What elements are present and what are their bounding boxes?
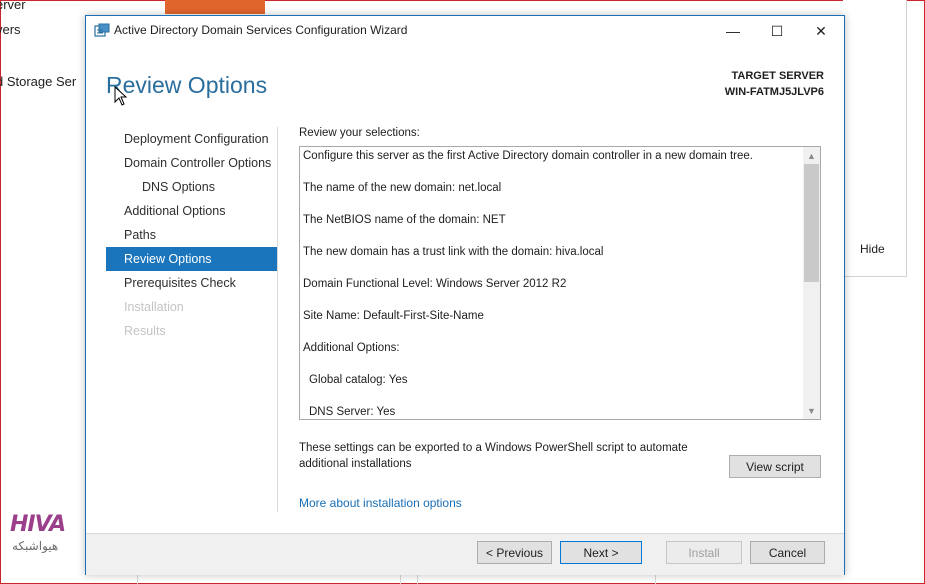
review-textbox[interactable]: Configure this server as the first Activ… bbox=[299, 146, 821, 420]
scroll-up-icon[interactable]: ▲ bbox=[803, 147, 820, 164]
background-item-storage: d Storage Ser bbox=[0, 74, 77, 89]
nav-item-additional-options[interactable]: Additional Options bbox=[106, 199, 277, 223]
nav-item-paths[interactable]: Paths bbox=[106, 223, 277, 247]
export-description-line: These settings can be exported to a Wind… bbox=[299, 442, 688, 454]
review-label: Review your selections: bbox=[299, 127, 420, 139]
vertical-scrollbar[interactable]: ▲ ▼ bbox=[803, 147, 820, 419]
window-title: Active Directory Domain Services Configu… bbox=[114, 23, 408, 37]
background-item-servers: vers bbox=[0, 22, 21, 37]
background-divider bbox=[655, 574, 656, 584]
background-hide-link[interactable]: Hide bbox=[860, 242, 885, 256]
title-bar[interactable]: Active Directory Domain Services Configu… bbox=[86, 16, 844, 46]
nav-item-installation: Installation bbox=[124, 300, 184, 314]
nav-item-results: Results bbox=[124, 324, 166, 338]
server-manager-icon bbox=[94, 23, 110, 37]
target-server-name: WIN-FATMJ5JLVP6 bbox=[724, 86, 824, 98]
page-title: Review Options bbox=[106, 72, 268, 98]
view-script-button[interactable]: View script bbox=[729, 455, 821, 478]
scroll-down-icon[interactable]: ▼ bbox=[803, 402, 820, 419]
next-button[interactable]: Next > bbox=[560, 541, 642, 564]
nav-divider bbox=[277, 127, 278, 512]
review-line: The new domain has a trust link with the… bbox=[303, 246, 604, 258]
close-icon[interactable]: ✕ bbox=[798, 16, 844, 46]
cancel-button[interactable]: Cancel bbox=[750, 541, 825, 564]
review-line: The name of the new domain: net.local bbox=[303, 182, 502, 194]
review-line: Additional Options: bbox=[303, 342, 400, 354]
background-divider bbox=[137, 574, 138, 584]
nav-item-review-options[interactable]: Review Options bbox=[106, 247, 277, 271]
scroll-thumb[interactable] bbox=[804, 164, 819, 282]
minimize-icon[interactable]: — bbox=[710, 16, 756, 46]
wizard-nav: Deployment Configuration Domain Controll… bbox=[106, 127, 277, 343]
brand-logo-bottom: هیواشبکه bbox=[12, 539, 59, 553]
nav-item-prerequisites-check[interactable]: Prerequisites Check bbox=[106, 271, 277, 295]
nav-item-domain-controller-options[interactable]: Domain Controller Options bbox=[106, 151, 277, 175]
background-panel bbox=[843, 0, 907, 277]
review-line: Site Name: Default-First-Site-Name bbox=[303, 310, 484, 322]
maximize-icon[interactable]: ☐ bbox=[754, 16, 800, 46]
review-line: Configure this server as the first Activ… bbox=[303, 150, 753, 162]
review-line: Domain Functional Level: Windows Server … bbox=[303, 278, 567, 290]
review-lines: Configure this server as the first Activ… bbox=[303, 147, 803, 419]
brand-logo-top: HIVA bbox=[10, 512, 66, 537]
install-button: Install bbox=[666, 541, 742, 564]
background-divider bbox=[400, 574, 401, 584]
review-line: Global catalog: Yes bbox=[309, 374, 408, 386]
wizard-footer: < Previous Next > Install Cancel bbox=[86, 534, 844, 575]
brand-logo: HIVA هیواشبکه bbox=[10, 512, 82, 570]
export-description-line: additional installations bbox=[299, 458, 412, 470]
mouse-cursor-icon bbox=[114, 86, 128, 106]
background-orange-tab bbox=[165, 0, 265, 14]
nav-item-dns-options[interactable]: DNS Options bbox=[106, 175, 277, 199]
wizard-window: Active Directory Domain Services Configu… bbox=[85, 15, 845, 575]
review-line: The NetBIOS name of the domain: NET bbox=[303, 214, 506, 226]
previous-button[interactable]: < Previous bbox=[477, 541, 552, 564]
background-item-server: erver bbox=[0, 0, 26, 12]
more-installation-options-link[interactable]: More about installation options bbox=[299, 496, 462, 510]
nav-item-deployment-configuration[interactable]: Deployment Configuration bbox=[106, 127, 277, 151]
background-divider bbox=[417, 574, 418, 584]
target-server-label: TARGET SERVER bbox=[731, 70, 825, 82]
review-line: DNS Server: Yes bbox=[309, 406, 396, 418]
export-description: These settings can be exported to a Wind… bbox=[299, 440, 719, 472]
